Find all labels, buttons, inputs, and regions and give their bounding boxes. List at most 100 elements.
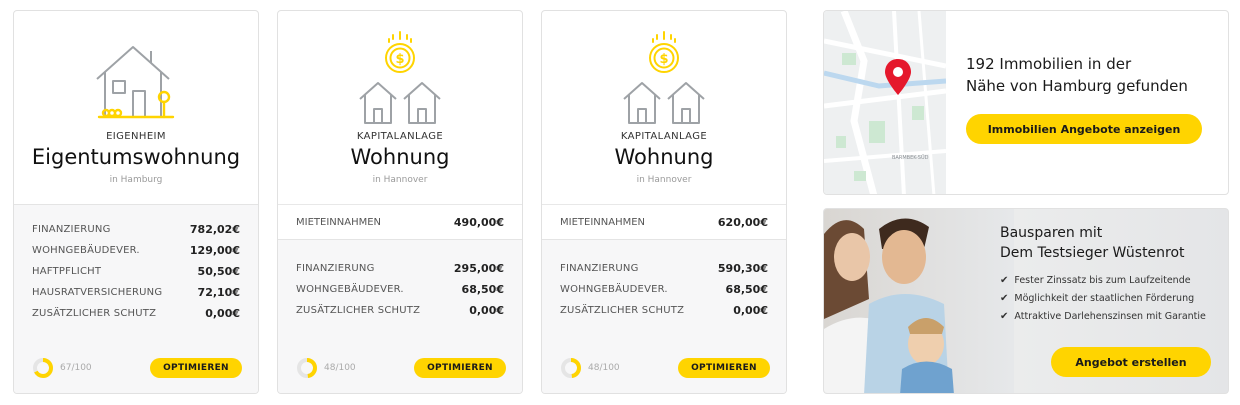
cost-label: WOHNGEBÄUDEVER. bbox=[560, 284, 668, 295]
score-text: 67/100 bbox=[60, 363, 92, 373]
card-category: KAPITALANLAGE bbox=[356, 131, 444, 142]
cost-value: 782,02€ bbox=[189, 223, 240, 236]
card-location: in Hannover bbox=[372, 175, 428, 185]
cost-list: FINANZIERUNG 782,02€ WOHNGEBÄUDEVER. 129,0… bbox=[14, 204, 258, 345]
card-category: KAPITALANLAGE bbox=[620, 131, 708, 142]
income-row: MIETEINNAHMEN 620,00€ bbox=[542, 204, 786, 239]
promo-feature-text: Möglichkeit der staatlichen Förderung bbox=[1014, 292, 1195, 304]
promo-title-line: Bausparen mit bbox=[1000, 225, 1103, 241]
score-text: 48/100 bbox=[588, 363, 620, 373]
score-indicator: 48/100 bbox=[296, 357, 356, 379]
map-street-label: BARMBEK-SÜD bbox=[892, 154, 929, 161]
score-text: 48/100 bbox=[324, 363, 356, 373]
card-header: $ KAPITALANLAGE Wohnung in Hannover bbox=[542, 11, 786, 204]
map-search-card: BARMBEK-SÜD 192 Immobilien in der Nähe v… bbox=[823, 10, 1229, 195]
cost-value: 50,50€ bbox=[197, 265, 240, 278]
score-indicator: 48/100 bbox=[560, 357, 620, 379]
card-category: EIGENHEIM bbox=[106, 131, 166, 142]
cost-value: 0,00€ bbox=[733, 304, 768, 317]
promo-title-line: Dem Testsieger Wüstenrot bbox=[1000, 245, 1185, 261]
promo-feature: ✔ Möglichkeit der staatlichen Förderung bbox=[1000, 289, 1206, 307]
cost-label: FINANZIERUNG bbox=[32, 224, 111, 235]
card-header: $ KAPITALANLAGE Wohnung in Hannover bbox=[278, 11, 522, 204]
income-value: 490,00€ bbox=[453, 215, 504, 229]
houses-coin-icon: $ bbox=[278, 29, 522, 125]
cost-value: 295,00€ bbox=[453, 262, 504, 275]
cost-label: FINANZIERUNG bbox=[560, 263, 639, 274]
card-property-type: Wohnung bbox=[614, 145, 714, 169]
card-property-type: Eigentumswohnung bbox=[31, 145, 241, 169]
score-ring-icon bbox=[297, 358, 317, 378]
cost-row: FINANZIERUNG 590,30€ bbox=[560, 258, 768, 279]
score-indicator: 67/100 bbox=[32, 357, 92, 379]
cost-value: 129,00€ bbox=[189, 244, 240, 257]
cost-row: WOHNGEBÄUDEVER. 68,50€ bbox=[560, 279, 768, 300]
promo-feature-text: Fester Zinssatz bis zum Laufzeitende bbox=[1014, 274, 1191, 286]
score-ring-icon bbox=[561, 358, 581, 378]
house-icon bbox=[14, 29, 258, 125]
cost-label: HAFTPFLICHT bbox=[32, 266, 102, 277]
map-title-line: 192 Immobilien in der bbox=[966, 55, 1132, 73]
card-header: EIGENHEIM Eigentumswohnung in Hamburg bbox=[14, 11, 258, 204]
show-properties-button[interactable]: Immobilien Angebote anzeigen bbox=[966, 114, 1202, 144]
cost-value: 68,50€ bbox=[725, 283, 768, 296]
check-icon: ✔ bbox=[1000, 292, 1009, 304]
property-card-kapitalanlage: $ KAPITALANLAGE Wohnung in Hannover MIET… bbox=[277, 10, 523, 394]
property-card-kapitalanlage-2: $ KAPITALANLAGE Wohnung in Hannover MIET… bbox=[541, 10, 787, 394]
promo-feature-list: ✔ Fester Zinssatz bis zum Laufzeitende ✔ M… bbox=[1000, 271, 1206, 325]
promo-feature: ✔ Fester Zinssatz bis zum Laufzeitende bbox=[1000, 271, 1206, 289]
cost-row: ZUSÄTZLICHER SCHUTZ 0,00€ bbox=[296, 300, 504, 321]
income-label: MIETEINNAHMEN bbox=[296, 216, 382, 228]
cost-label: ZUSÄTZLICHER SCHUTZ bbox=[32, 308, 157, 319]
optimize-button[interactable]: OPTIMIEREN bbox=[678, 358, 770, 378]
promo-feature-text: Attraktive Darlehenszinsen mit Garantie bbox=[1014, 310, 1206, 322]
cost-label: WOHNGEBÄUDEVER. bbox=[32, 245, 140, 256]
cost-value: 0,00€ bbox=[205, 307, 240, 320]
svg-text:$: $ bbox=[395, 52, 404, 67]
cost-value: 590,30€ bbox=[717, 262, 768, 275]
optimize-button[interactable]: OPTIMIEREN bbox=[150, 358, 242, 378]
promo-title: Bausparen mit Dem Testsieger Wüstenrot bbox=[1000, 223, 1185, 263]
cost-value: 0,00€ bbox=[469, 304, 504, 317]
cost-value: 72,10€ bbox=[197, 286, 240, 299]
family-photo bbox=[824, 209, 1014, 393]
optimize-button[interactable]: OPTIMIEREN bbox=[414, 358, 506, 378]
cost-list: FINANZIERUNG 590,30€ WOHNGEBÄUDEVER. 68,50… bbox=[542, 239, 786, 345]
map-title-line: Nähe von Hamburg gefunden bbox=[966, 77, 1188, 95]
cost-row: FINANZIERUNG 782,02€ bbox=[32, 219, 240, 240]
cost-label: FINANZIERUNG bbox=[296, 263, 375, 274]
property-card-eigenheim: EIGENHEIM Eigentumswohnung in Hamburg FI… bbox=[13, 10, 259, 394]
income-value: 620,00€ bbox=[717, 215, 768, 229]
cost-label: HAUSRATVERSICHERUNG bbox=[32, 287, 163, 298]
card-footer: 67/100 OPTIMIEREN bbox=[14, 343, 258, 393]
cost-row: WOHNGEBÄUDEVER. 68,50€ bbox=[296, 279, 504, 300]
houses-coin-icon: $ bbox=[542, 29, 786, 125]
create-offer-button[interactable]: Angebot erstellen bbox=[1051, 347, 1211, 377]
card-location: in Hannover bbox=[636, 175, 692, 185]
cost-label: ZUSÄTZLICHER SCHUTZ bbox=[560, 305, 685, 316]
map-thumbnail[interactable]: BARMBEK-SÜD bbox=[824, 11, 947, 194]
cost-row: FINANZIERUNG 295,00€ bbox=[296, 258, 504, 279]
promo-feature: ✔ Attraktive Darlehenszinsen mit Garantie bbox=[1000, 307, 1206, 325]
check-icon: ✔ bbox=[1000, 310, 1009, 322]
check-icon: ✔ bbox=[1000, 274, 1009, 286]
cost-row: HAFTPFLICHT 50,50€ bbox=[32, 261, 240, 282]
income-row: MIETEINNAHMEN 490,00€ bbox=[278, 204, 522, 239]
card-location: in Hamburg bbox=[109, 175, 163, 185]
cost-row: WOHNGEBÄUDEVER. 129,00€ bbox=[32, 240, 240, 261]
bausparen-promo-card: Bausparen mit Dem Testsieger Wüstenrot ✔… bbox=[823, 208, 1229, 394]
cost-row: ZUSÄTZLICHER SCHUTZ 0,00€ bbox=[32, 303, 240, 324]
cost-row: HAUSRATVERSICHERUNG 72,10€ bbox=[32, 282, 240, 303]
map-result-title: 192 Immobilien in der Nähe von Hamburg g… bbox=[966, 53, 1188, 97]
cost-label: ZUSÄTZLICHER SCHUTZ bbox=[296, 305, 421, 316]
card-footer: 48/100 OPTIMIEREN bbox=[542, 343, 786, 393]
card-footer: 48/100 OPTIMIEREN bbox=[278, 343, 522, 393]
card-property-type: Wohnung bbox=[350, 145, 450, 169]
cost-value: 68,50€ bbox=[461, 283, 504, 296]
score-ring-icon bbox=[33, 358, 53, 378]
income-label: MIETEINNAHMEN bbox=[560, 216, 646, 228]
cost-row: ZUSÄTZLICHER SCHUTZ 0,00€ bbox=[560, 300, 768, 321]
cost-label: WOHNGEBÄUDEVER. bbox=[296, 284, 404, 295]
cost-list: FINANZIERUNG 295,00€ WOHNGEBÄUDEVER. 68,50… bbox=[278, 239, 522, 345]
svg-text:$: $ bbox=[659, 52, 668, 67]
